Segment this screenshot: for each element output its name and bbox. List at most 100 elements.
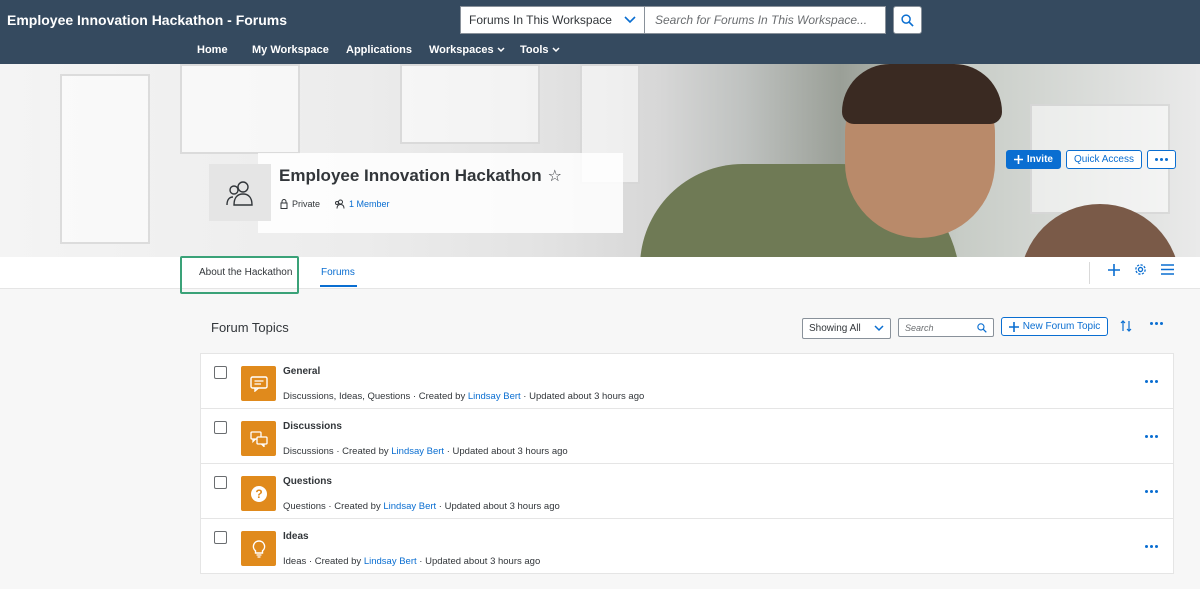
quick-access-button[interactable]: Quick Access — [1065, 150, 1142, 169]
row-more-button[interactable] — [1145, 545, 1158, 548]
updated-text: Updated about 3 hours ago — [452, 446, 568, 457]
forum-topic-meta: Discussions · Created by Lindsay Bert · … — [283, 446, 568, 457]
search-icon — [901, 13, 914, 27]
group-icon — [226, 180, 253, 206]
author-link[interactable]: Lindsay Bert — [468, 391, 521, 402]
plus-icon — [1013, 155, 1023, 164]
row-checkbox[interactable] — [214, 366, 227, 379]
plus-icon — [1008, 321, 1019, 332]
forum-topic-meta: Questions · Created by Lindsay Bert · Up… — [283, 501, 560, 512]
search-icon — [977, 322, 987, 333]
banner-background-window — [60, 74, 150, 244]
members-icon — [335, 199, 345, 209]
forum-topic-name[interactable]: Ideas — [283, 531, 309, 542]
nav-applications[interactable]: Applications — [346, 44, 412, 56]
banner-more-button[interactable] — [1147, 150, 1176, 169]
updated-text: Updated about 3 hours ago — [529, 391, 645, 402]
search-input[interactable] — [645, 6, 886, 34]
topic-types: Discussions — [283, 446, 334, 457]
row-checkbox[interactable] — [214, 421, 227, 434]
more-icon — [1145, 490, 1158, 493]
chevron-down-icon — [497, 47, 505, 53]
menu-icon[interactable] — [1161, 264, 1174, 275]
tab-tools — [1108, 263, 1174, 276]
chevron-down-icon — [551, 47, 560, 53]
invite-label: Invite — [1026, 154, 1053, 165]
nav-home[interactable]: Home — [197, 44, 228, 56]
row-more-button[interactable] — [1145, 380, 1158, 383]
gear-icon[interactable] — [1134, 263, 1147, 276]
topic-search-placeholder: Search — [905, 322, 934, 333]
workspace-privacy: Private — [292, 199, 321, 209]
forum-topic-row[interactable]: Discussions Discussions · Created by Lin… — [201, 409, 1173, 464]
row-more-button[interactable] — [1145, 490, 1158, 493]
topic-search-input[interactable]: Search — [898, 318, 994, 337]
forum-topics-list: General Discussions, Ideas, Questions · … — [200, 353, 1174, 574]
nav-my-workspace-label: My Workspace — [252, 44, 329, 56]
chevron-down-icon — [874, 325, 884, 332]
global-search: Forums In This Workspace — [460, 6, 886, 34]
topic-types: Discussions, Ideas, Questions — [283, 391, 411, 402]
created-by-prefix: Created by — [342, 446, 389, 457]
svg-text:?: ? — [255, 487, 262, 501]
forum-icon-tile — [241, 421, 276, 456]
search-scope-select[interactable]: Forums In This Workspace — [460, 6, 645, 34]
workspace-members-link[interactable]: 1 Member — [349, 199, 390, 209]
more-icon — [1145, 435, 1158, 438]
forum-icon-tile — [241, 366, 276, 401]
nav-applications-label: Applications — [346, 44, 413, 56]
add-icon[interactable] — [1108, 263, 1120, 276]
nav-home-label: Home — [197, 44, 228, 56]
updated-text: Updated about 3 hours ago — [444, 501, 560, 512]
created-by-prefix: Created by — [314, 556, 362, 567]
author-link[interactable]: Lindsay Bert — [383, 501, 436, 512]
banner-background-window — [180, 64, 300, 154]
forum-topic-name[interactable]: Discussions — [283, 421, 342, 432]
nav-my-workspace[interactable]: My Workspace — [252, 44, 329, 56]
chevron-down-icon — [624, 16, 636, 24]
quick-access-label: Quick Access — [1073, 154, 1134, 165]
lightbulb-icon — [252, 539, 265, 558]
row-checkbox[interactable] — [214, 476, 227, 489]
list-more-button[interactable] — [1150, 322, 1163, 325]
sort-icon[interactable] — [1120, 320, 1132, 332]
more-icon — [1145, 545, 1158, 548]
forum-topic-name[interactable]: Questions — [283, 476, 332, 487]
new-forum-topic-button[interactable]: New Forum Topic — [1001, 317, 1108, 336]
author-link[interactable]: Lindsay Bert — [364, 556, 417, 567]
comment-icon — [249, 375, 268, 392]
forum-topic-meta: Ideas · Created by Lindsay Bert · Update… — [283, 556, 541, 567]
invite-button[interactable]: Invite — [1005, 150, 1061, 169]
question-icon: ? — [250, 485, 267, 502]
nav-tools-label: Tools — [520, 44, 549, 56]
row-checkbox[interactable] — [214, 531, 227, 544]
toolbar-divider — [1089, 262, 1090, 284]
workspace-banner: Invite Quick Access — [0, 64, 1200, 257]
row-more-button[interactable] — [1145, 435, 1158, 438]
author-link[interactable]: Lindsay Bert — [391, 446, 444, 457]
forum-topic-name[interactable]: General — [283, 366, 320, 377]
star-outline-icon[interactable]: ☆ — [548, 166, 562, 186]
forum-topic-row[interactable]: ? Questions Questions · Created by Linds… — [201, 464, 1173, 519]
forum-topic-row[interactable]: Ideas Ideas · Created by Lindsay Bert · … — [201, 519, 1173, 574]
lock-icon — [280, 199, 288, 209]
tab-forums[interactable]: Forums — [321, 267, 355, 278]
banner-background-window — [400, 64, 540, 144]
created-by-prefix: Created by — [334, 501, 381, 512]
topic-filter-label: Showing All — [809, 323, 861, 334]
topic-filter-select[interactable]: Showing All — [802, 318, 891, 339]
created-by-prefix: Created by — [418, 391, 466, 402]
forum-icon-tile — [241, 531, 276, 566]
more-icon — [1150, 322, 1163, 325]
topic-types: Ideas — [283, 556, 307, 567]
forum-topic-meta: Discussions, Ideas, Questions · Created … — [283, 391, 645, 402]
nav-workspaces[interactable]: Workspaces — [429, 44, 505, 56]
workspace-info-card — [258, 153, 623, 233]
new-forum-topic-label: New Forum Topic — [1022, 321, 1101, 332]
nav-tools[interactable]: Tools — [520, 44, 560, 56]
workspace-meta: Private 1 Member — [280, 199, 390, 209]
discussion-icon — [249, 430, 268, 447]
active-tab-indicator — [320, 285, 357, 287]
search-button[interactable] — [893, 6, 922, 34]
forum-topic-row[interactable]: General Discussions, Ideas, Questions · … — [201, 354, 1173, 409]
